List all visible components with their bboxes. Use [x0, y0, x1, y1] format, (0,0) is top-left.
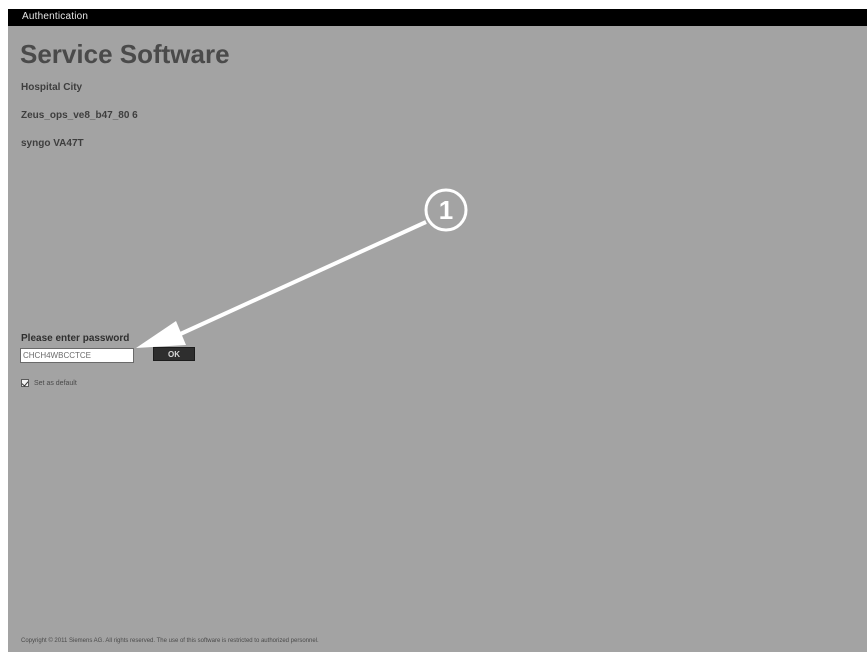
- copyright-footer: Copyright © 2011 Siemens AG. All rights …: [21, 638, 319, 644]
- set-default-checkbox[interactable]: [21, 379, 29, 387]
- ok-button[interactable]: OK: [153, 347, 195, 361]
- system-id: Zeus_ops_ve8_b47_80 6: [21, 110, 138, 121]
- password-label: Please enter password: [21, 333, 130, 344]
- password-input[interactable]: [20, 348, 134, 363]
- set-default-label: Set as default: [34, 379, 77, 387]
- window-title: Authentication: [22, 11, 89, 22]
- set-default-option[interactable]: Set as default: [21, 377, 77, 389]
- page-title: Service Software: [20, 39, 230, 69]
- software-version: syngo VA47T: [21, 138, 84, 149]
- title-bar: Authentication: [8, 9, 867, 26]
- app-window: Authentication Service Software Hospital…: [8, 9, 867, 652]
- hospital-name: Hospital City: [21, 82, 83, 93]
